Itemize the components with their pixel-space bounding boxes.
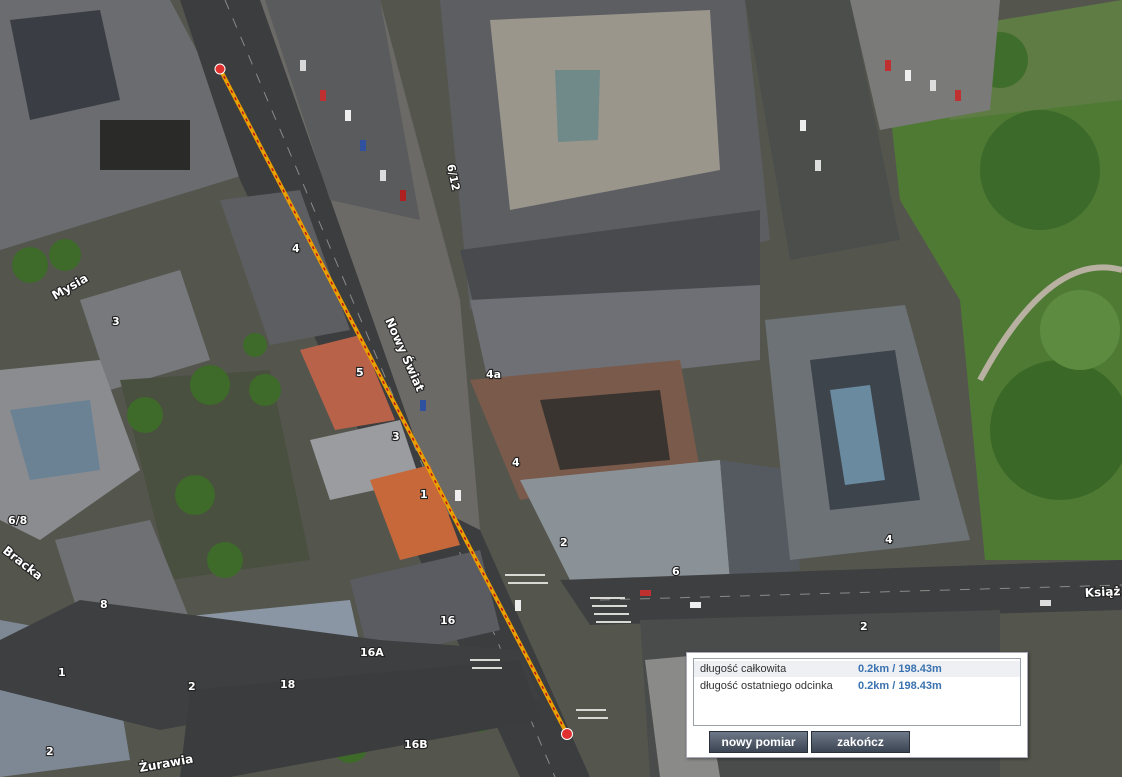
house-number: 8 (100, 598, 108, 611)
measure-results-box: długość całkowita 0.2km / 198.43m długoś… (693, 658, 1021, 726)
house-number: 16B (404, 738, 428, 751)
house-number: 2 (560, 536, 568, 549)
measure-panel: długość całkowita 0.2km / 198.43m długoś… (686, 652, 1028, 758)
house-number: 16A (360, 646, 384, 659)
house-number: 3 (112, 315, 120, 328)
house-number: 1 (420, 488, 428, 501)
measure-end-point[interactable] (561, 728, 573, 740)
last-segment-value: 0.2km / 198.43m (858, 680, 942, 692)
street-label-ksiaze: Książ (1084, 584, 1120, 600)
house-number: 2 (860, 620, 868, 633)
last-segment-label: długość ostatniego odcinka (700, 680, 833, 692)
measure-row-last-segment: długość ostatniego odcinka 0.2km / 198.4… (694, 678, 1020, 694)
house-number: 4 (512, 456, 520, 469)
house-number: 4 (292, 242, 300, 255)
finish-button[interactable]: zakończ (811, 731, 910, 753)
measure-start-point[interactable] (214, 63, 226, 75)
measure-row-total: długość całkowita 0.2km / 198.43m (694, 661, 1020, 677)
house-number: 2 (188, 680, 196, 693)
total-length-value: 0.2km / 198.43m (858, 663, 942, 675)
house-number: 3 (392, 430, 400, 443)
total-length-label: długość całkowita (700, 663, 787, 675)
house-number: 6 (672, 565, 680, 578)
house-number: 1 (58, 666, 66, 679)
house-number: 5 (356, 366, 364, 379)
house-number: 18 (280, 678, 295, 691)
new-measurement-button[interactable]: nowy pomiar (709, 731, 808, 753)
house-number: 6/8 (8, 514, 27, 527)
house-number: 2 (46, 745, 54, 758)
house-number: 16 (440, 614, 456, 627)
house-number: 4 (885, 533, 893, 546)
house-number: 4a (486, 368, 501, 381)
